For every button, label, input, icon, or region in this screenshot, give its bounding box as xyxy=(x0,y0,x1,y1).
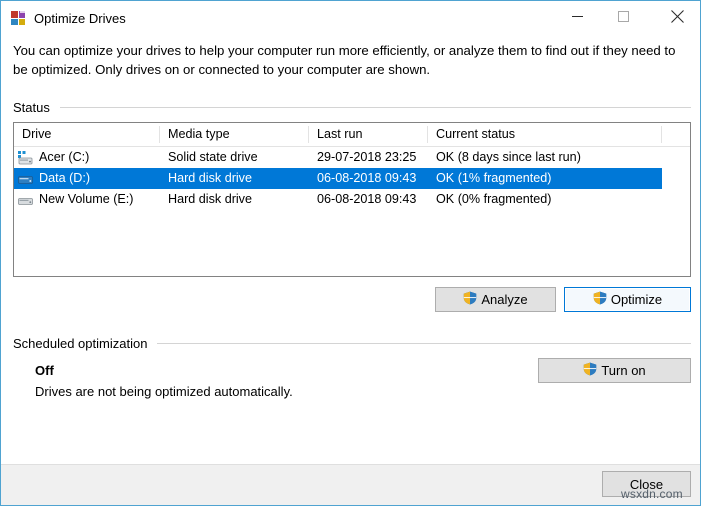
column-header-drive-label: Drive xyxy=(22,127,51,141)
drives-list[interactable]: Drive Media type Last run Current status xyxy=(13,122,691,277)
scheduled-optimization-label: Scheduled optimization xyxy=(13,336,157,351)
intro-text: You can optimize your drives to help you… xyxy=(13,41,685,79)
uac-shield-icon xyxy=(593,291,607,308)
table-row[interactable]: Acer (C:) Solid state drive 29-07-2018 2… xyxy=(14,147,690,168)
cell-media-type: Hard disk drive xyxy=(160,189,309,210)
cell-last-run: 06-08-2018 09:43 xyxy=(309,168,428,189)
cell-last-run: 29-07-2018 23:25 xyxy=(309,147,428,168)
cell-drive: Acer (C:) xyxy=(14,147,160,168)
drives-list-rows: Acer (C:) Solid state drive 29-07-2018 2… xyxy=(14,147,690,210)
cell-media-type: Hard disk drive xyxy=(160,168,309,189)
column-header-media-type[interactable]: Media type xyxy=(160,123,309,146)
footer-panel xyxy=(1,464,700,505)
optimize-button[interactable]: Optimize xyxy=(564,287,691,312)
column-header-drive[interactable]: Drive xyxy=(14,123,160,146)
uac-shield-icon xyxy=(583,362,597,379)
cell-drive-label: Data (D:) xyxy=(39,168,90,189)
status-group-header: Status xyxy=(13,100,691,115)
turn-on-button-label: Turn on xyxy=(601,363,645,378)
group-separator-rule xyxy=(60,107,691,108)
cell-current-status: OK (1% fragmented) xyxy=(428,168,662,189)
optimize-button-label: Optimize xyxy=(611,292,662,307)
scheduled-optimization-group-header: Scheduled optimization xyxy=(13,336,691,351)
table-row[interactable]: Data (D:) Hard disk drive 06-08-2018 09:… xyxy=(14,168,690,189)
cell-drive: Data (D:) xyxy=(14,168,160,189)
turn-on-button[interactable]: Turn on xyxy=(538,358,691,383)
column-header-current-status-label: Current status xyxy=(436,127,515,141)
column-header-last-run-label: Last run xyxy=(317,127,363,141)
cell-current-status: OK (0% fragmented) xyxy=(428,189,662,210)
column-header-media-type-label: Media type xyxy=(168,127,230,141)
title-bar[interactable]: Optimize Drives xyxy=(1,1,700,37)
cell-last-run: 06-08-2018 09:43 xyxy=(309,189,428,210)
column-header-last-run[interactable]: Last run xyxy=(309,123,428,146)
column-header-current-status[interactable]: Current status xyxy=(428,123,662,146)
cell-drive-label: Acer (C:) xyxy=(39,147,89,168)
cell-drive-label: New Volume (E:) xyxy=(39,189,133,210)
minimize-icon xyxy=(572,11,583,22)
maximize-icon xyxy=(618,11,629,22)
uac-shield-icon xyxy=(463,291,477,308)
close-window-button[interactable] xyxy=(654,1,700,31)
table-row[interactable]: New Volume (E:) Hard disk drive 06-08-20… xyxy=(14,189,690,210)
group-separator-rule xyxy=(157,343,691,344)
watermark: wsxdn.com xyxy=(621,487,683,501)
ssd-drive-icon xyxy=(17,150,34,166)
drives-list-header: Drive Media type Last run Current status xyxy=(14,123,690,147)
maximize-button[interactable] xyxy=(600,1,646,31)
close-icon xyxy=(671,10,684,23)
cell-current-status: OK (8 days since last run) xyxy=(428,147,662,168)
cell-drive: New Volume (E:) xyxy=(14,189,160,210)
analyze-button[interactable]: Analyze xyxy=(435,287,556,312)
schedule-state: Off xyxy=(35,363,54,378)
optimize-drives-icon xyxy=(10,10,27,27)
analyze-button-label: Analyze xyxy=(481,292,527,307)
column-header-filler xyxy=(662,123,690,146)
schedule-description: Drives are not being optimized automatic… xyxy=(35,384,293,399)
cell-media-type: Solid state drive xyxy=(160,147,309,168)
status-group-label: Status xyxy=(13,100,60,115)
hard-disk-drive-icon xyxy=(17,171,34,187)
minimize-button[interactable] xyxy=(554,1,600,31)
optimize-drives-window: Optimize Drives You xyxy=(0,0,701,506)
window-title: Optimize Drives xyxy=(34,10,126,27)
hard-disk-drive-icon xyxy=(17,192,34,208)
